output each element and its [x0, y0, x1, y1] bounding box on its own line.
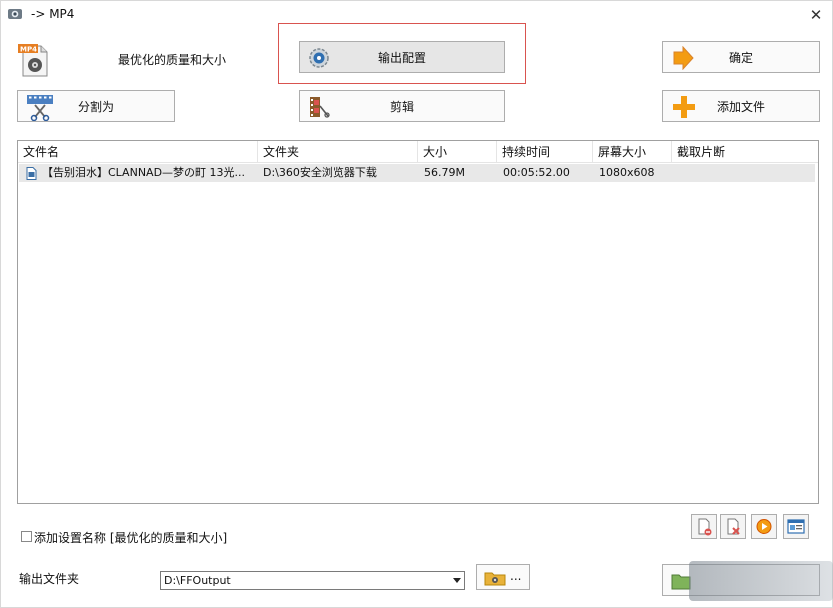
cell-filename: 【告别泪水】CLANNAD—梦の町 13光... [38, 164, 258, 182]
add-setting-name-checkbox[interactable] [21, 531, 32, 542]
browse-folder-button[interactable]: ... [476, 564, 530, 590]
column-header-filename[interactable]: 文件名 [18, 141, 258, 163]
play-icon [752, 515, 776, 538]
table-row[interactable]: 【告别泪水】CLANNAD—梦の町 13光... D:\360安全浏览器下载 5… [19, 164, 815, 182]
svg-text:MP4: MP4 [20, 46, 37, 54]
split-button[interactable]: 分割为 [17, 90, 175, 122]
add-folder-icon [671, 571, 691, 591]
column-header-clip[interactable]: 截取片断 [672, 141, 818, 163]
info-window-icon [784, 515, 808, 538]
cell-clip [674, 164, 814, 182]
window-title: -> MP4 [31, 7, 74, 21]
cell-resolution: 1080x608 [595, 164, 673, 182]
remove-file-icon [692, 515, 716, 538]
column-header-duration[interactable]: 持续时间 [497, 141, 593, 163]
remove-file-button[interactable] [691, 514, 717, 539]
add-setting-name-label: 添加设置名称 [最优化的质量和大小] [34, 529, 227, 546]
close-button[interactable]: ✕ [806, 5, 826, 25]
split-label: 分割为 [18, 98, 174, 115]
converter-window: -> MP4 ✕ MP4 最优化的质量和大小 输出配置 确定 [0, 0, 833, 608]
ok-button[interactable]: 确定 [662, 41, 820, 73]
output-folder-value: D:\FFOutput [164, 574, 231, 587]
app-icon [7, 7, 23, 21]
cell-duration: 00:05:52.00 [499, 164, 594, 182]
output-folder-select[interactable]: D:\FFOutput [160, 571, 465, 590]
output-config-label: 输出配置 [300, 49, 504, 66]
video-file-icon [26, 167, 37, 180]
chevron-down-icon [453, 578, 461, 583]
output-config-button[interactable]: 输出配置 [299, 41, 505, 73]
add-file-button[interactable]: 添加文件 [662, 90, 820, 122]
mp4-file-icon: MP4 [17, 42, 51, 78]
profile-label: 最优化的质量和大小 [118, 51, 226, 68]
file-list[interactable]: 文件名 文件夹 大小 持续时间 屏幕大小 截取片断 【告别泪水】CLANNAD—… [17, 140, 819, 504]
column-header-resolution[interactable]: 屏幕大小 [593, 141, 672, 163]
ok-label: 确定 [663, 49, 819, 66]
edit-button[interactable]: 剪辑 [299, 90, 505, 122]
file-list-header: 文件名 文件夹 大小 持续时间 屏幕大小 截取片断 [18, 141, 818, 163]
cell-size: 56.79M [420, 164, 498, 182]
watermark-overlay [689, 561, 833, 601]
clear-list-button[interactable] [720, 514, 746, 539]
edit-label: 剪辑 [300, 98, 504, 115]
browse-label: ... [510, 569, 521, 583]
folder-icon [484, 570, 506, 586]
media-info-button[interactable] [783, 514, 809, 539]
column-header-size[interactable]: 大小 [418, 141, 497, 163]
column-header-folder[interactable]: 文件夹 [258, 141, 418, 163]
output-folder-label: 输出文件夹 [19, 570, 79, 587]
cell-folder: D:\360安全浏览器下载 [259, 164, 419, 182]
add-file-label: 添加文件 [663, 98, 819, 115]
play-button[interactable] [751, 514, 777, 539]
clear-list-icon [721, 515, 745, 538]
